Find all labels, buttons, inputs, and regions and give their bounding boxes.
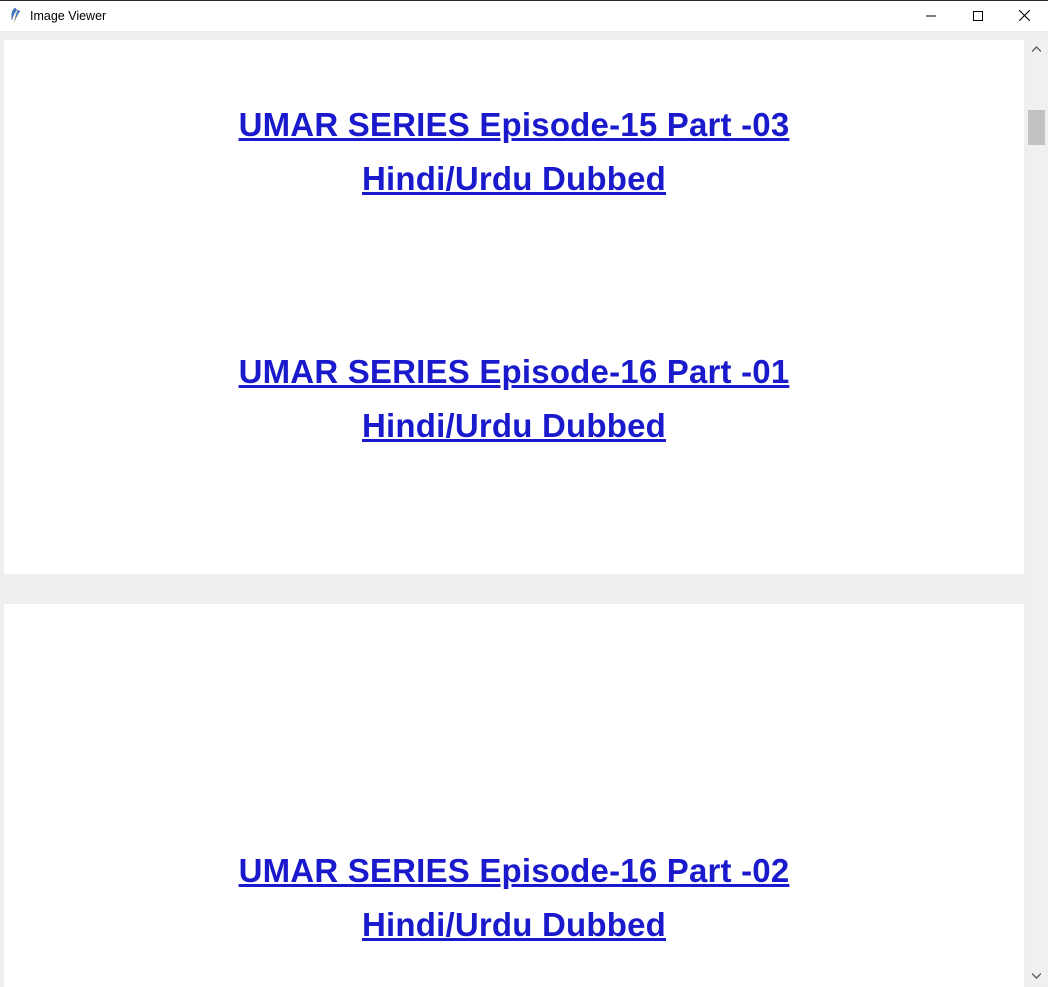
episode-link[interactable]: UMAR SERIES Episode-15 Part -03 Hindi/Ur… [4,98,1024,207]
episode-link-line1: UMAR SERIES Episode-16 Part -02 [4,844,1024,898]
episode-link-block: UMAR SERIES Episode-16 Part -01 Hindi/Ur… [4,345,1024,454]
window-controls [907,1,1048,31]
maximize-button[interactable] [954,1,1001,30]
episode-link-block: UMAR SERIES Episode-16 Part -02 Hindi/Ur… [4,844,1024,953]
episode-link-line2: Hindi/Urdu Dubbed [4,898,1024,952]
scrollbar-thumb[interactable] [1028,110,1045,145]
scroll-down-arrow-icon[interactable] [1028,967,1045,984]
content-viewport: UMAR SERIES Episode-15 Part -03 Hindi/Ur… [4,40,1024,987]
episode-link-line2: Hindi/Urdu Dubbed [4,399,1024,453]
episode-link-line1: UMAR SERIES Episode-15 Part -03 [4,98,1024,152]
episode-link[interactable]: UMAR SERIES Episode-16 Part -01 Hindi/Ur… [4,345,1024,454]
close-button[interactable] [1001,1,1048,30]
content-card: UMAR SERIES Episode-16 Part -02 Hindi/Ur… [4,604,1024,987]
vertical-scrollbar[interactable] [1028,40,1045,984]
episode-link[interactable]: UMAR SERIES Episode-16 Part -02 Hindi/Ur… [4,844,1024,953]
card-gap [4,574,1024,604]
episode-link-line2: Hindi/Urdu Dubbed [4,152,1024,206]
window-titlebar: Image Viewer [0,0,1048,32]
minimize-button[interactable] [907,1,954,30]
episode-link-block: UMAR SERIES Episode-15 Part -03 Hindi/Ur… [4,98,1024,207]
client-area: UMAR SERIES Episode-15 Part -03 Hindi/Ur… [0,32,1048,987]
episode-link-line1: UMAR SERIES Episode-16 Part -01 [4,345,1024,399]
content-card: UMAR SERIES Episode-15 Part -03 Hindi/Ur… [4,40,1024,574]
window-title: Image Viewer [30,9,106,23]
app-feather-icon [8,7,22,25]
scroll-up-arrow-icon[interactable] [1028,40,1045,57]
